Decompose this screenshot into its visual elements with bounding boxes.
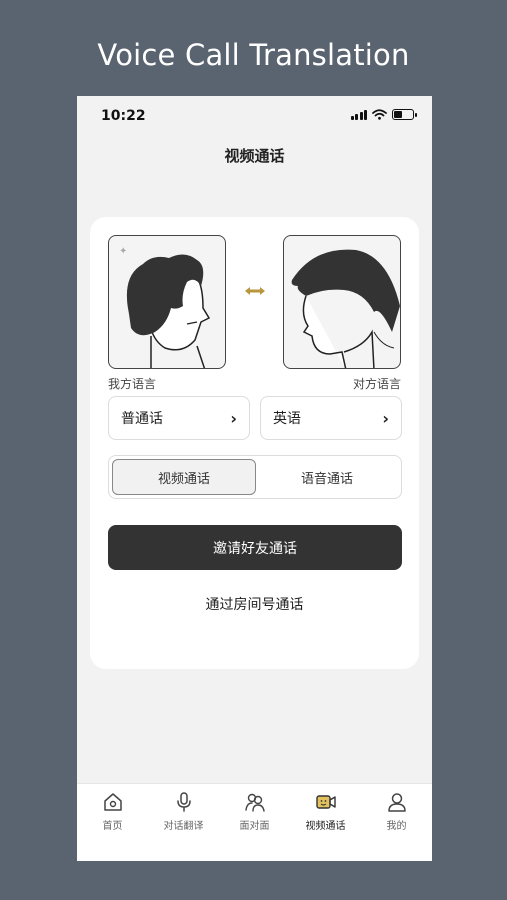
call-type-toggle: 视频通话 语音通话 — [108, 455, 402, 499]
page-title: 视频通话 — [224, 147, 285, 165]
my-language-caption: 我方语言 — [108, 377, 157, 391]
their-language-caption: 对方语言 — [352, 377, 401, 391]
call-setup-card: ✦ 我方语言 对方语言 普通话 › 英语 › 视频通话 语音通话 邀请好友通话 … — [90, 217, 419, 669]
battery-icon — [392, 109, 417, 120]
microphone-icon — [176, 792, 191, 812]
bottom-tab-bar: 首页 对话翻译 面对面 视频通话 我的 — [77, 783, 432, 861]
chevron-right-icon: › — [230, 408, 237, 428]
invite-friend-button[interactable]: 邀请好友通话 — [108, 525, 402, 570]
phone-screen: 10:22 视频通话 ✦ 我方语言 对方语言 普通话 › 英语 › 视频通话 语… — [77, 96, 432, 861]
join-by-room-link[interactable]: 通过房间号通话 — [90, 594, 419, 614]
cellular-signal-icon — [350, 109, 367, 120]
tab-home[interactable]: 首页 — [77, 784, 148, 861]
battery-level — [394, 111, 402, 118]
svg-text:✦: ✦ — [119, 246, 127, 257]
status-icons — [350, 109, 417, 120]
tab-label: 首页 — [102, 821, 123, 832]
my-avatar-illustration: ✦ — [108, 235, 226, 369]
status-time: 10:22 — [101, 108, 146, 124]
tab-label: 对话翻译 — [163, 821, 204, 832]
status-bar: 10:22 — [77, 96, 432, 136]
swap-languages-icon[interactable] — [243, 284, 267, 298]
tab-label: 面对面 — [239, 821, 270, 832]
tab-label: 我的 — [386, 821, 407, 832]
their-language-select[interactable]: 英语 › — [260, 396, 402, 440]
their-language-value: 英语 — [273, 411, 301, 427]
wifi-icon — [372, 109, 387, 120]
tab-video-call[interactable]: 视频通话 — [290, 784, 361, 861]
chevron-right-icon: › — [382, 408, 389, 428]
tab-profile[interactable]: 我的 — [361, 784, 432, 861]
tab-dialogue-translation[interactable]: 对话翻译 — [148, 784, 219, 861]
my-language-value: 普通话 — [121, 411, 163, 427]
tab-face-to-face[interactable]: 面对面 — [219, 784, 290, 861]
voice-call-option[interactable]: 语音通话 — [256, 459, 398, 495]
their-avatar-illustration — [283, 235, 401, 369]
tab-label: 视频通话 — [305, 821, 346, 832]
video-call-icon — [315, 795, 336, 809]
face-to-face-icon — [244, 793, 265, 812]
video-call-option[interactable]: 视频通话 — [112, 459, 256, 495]
my-language-select[interactable]: 普通话 › — [108, 396, 250, 440]
profile-icon — [387, 793, 406, 812]
home-icon — [103, 793, 122, 811]
promo-title: Voice Call Translation — [97, 38, 410, 72]
